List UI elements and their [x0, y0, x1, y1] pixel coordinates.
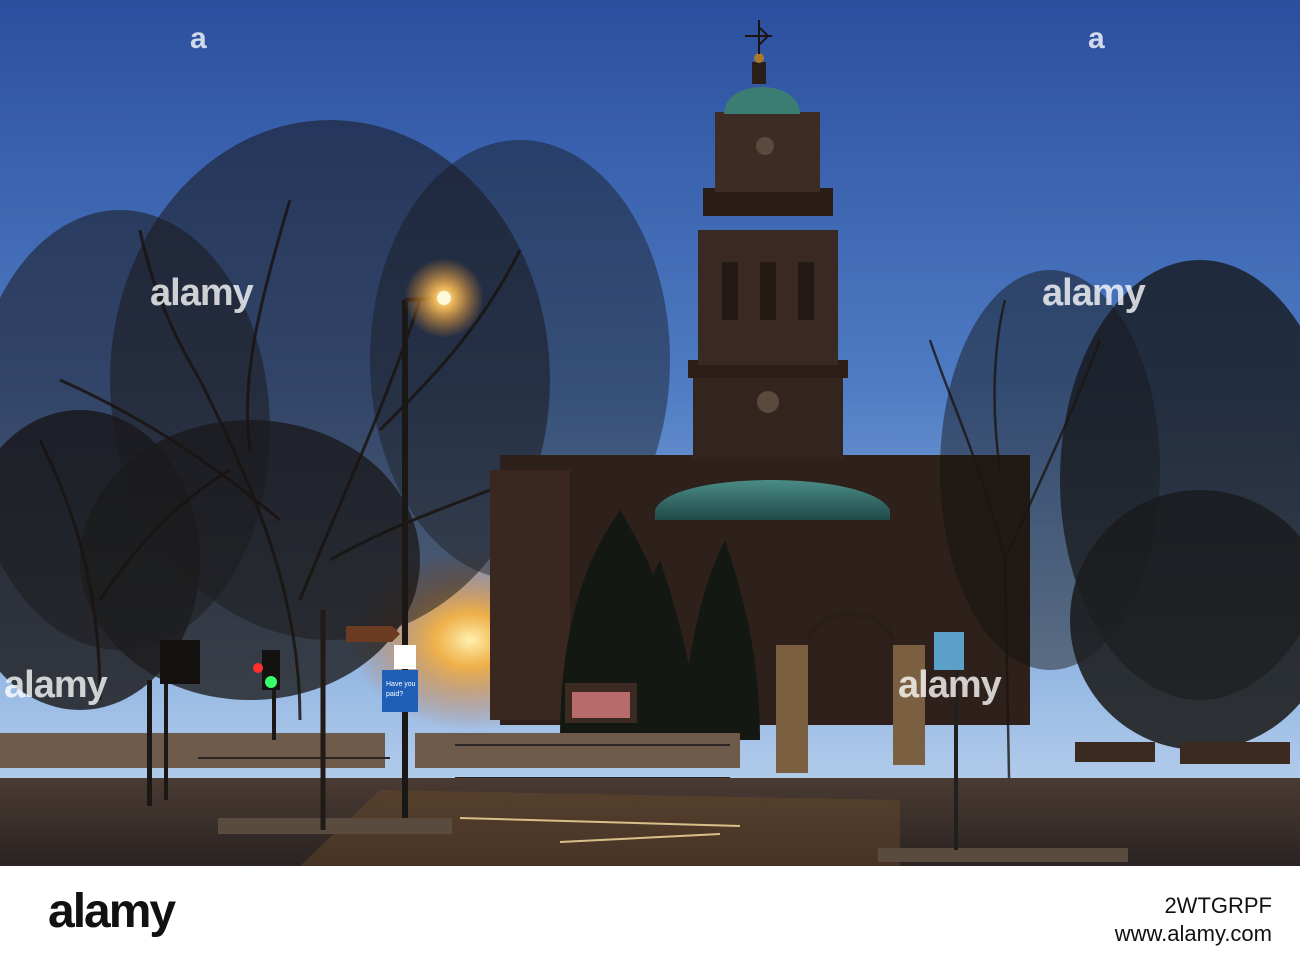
clock-face-lower-icon: [757, 391, 779, 413]
street-lamp-light: [437, 291, 451, 305]
tower-windows: [722, 262, 814, 320]
tower-lantern: [752, 62, 766, 84]
notice-board-panel: [572, 692, 630, 718]
watermark-bottom-left: alamy: [4, 664, 108, 706]
signal-housing-left: [160, 640, 200, 684]
direction-sign: [346, 626, 400, 642]
church-scene: Have you paid?: [0, 0, 1300, 866]
watermark-top-small-left: a: [190, 22, 207, 55]
boundary-wall-left: [0, 733, 385, 768]
traffic-island-left: [218, 818, 452, 834]
gate-pillar-left: [776, 645, 808, 773]
image-id-block: 2WTGRPF www.alamy.com: [1115, 892, 1272, 947]
bollard-pole: [147, 680, 152, 806]
watermark-center-left: alamy: [150, 272, 254, 314]
photo: Have you paid? alamy alamy alamy alamy a…: [0, 0, 1300, 866]
boundary-wall-right: [415, 733, 740, 768]
brand-logo: alamy: [48, 885, 176, 938]
watermark-center-right: alamy: [1042, 272, 1146, 314]
parking-sign-line1: Have you: [386, 681, 416, 688]
no-entry-ten-sign: [394, 645, 416, 669]
site-url: www.alamy.com: [1114, 920, 1272, 946]
stock-photo-page: Have you paid? alamy alamy alamy alamy a…: [0, 0, 1300, 956]
image-id: 2WTGRPF: [1164, 893, 1272, 918]
bench-2: [1180, 742, 1290, 764]
church-side-wall: [490, 470, 570, 720]
bench-1: [1075, 742, 1155, 762]
watermark-top-small-right: a: [1088, 22, 1105, 55]
tower-finial-ball: [754, 53, 764, 63]
watermark-bottom-right: alamy: [898, 664, 1002, 706]
parking-sign-line2: paid?: [386, 691, 403, 698]
footer-bar: alamy 2WTGRPF www.alamy.com: [0, 866, 1300, 956]
traffic-light-green-icon: [265, 676, 277, 688]
clock-face-upper-icon: [756, 137, 774, 155]
tower-balcony: [703, 188, 833, 216]
traffic-light-red-icon: [253, 663, 263, 673]
traffic-island-right: [878, 848, 1128, 862]
